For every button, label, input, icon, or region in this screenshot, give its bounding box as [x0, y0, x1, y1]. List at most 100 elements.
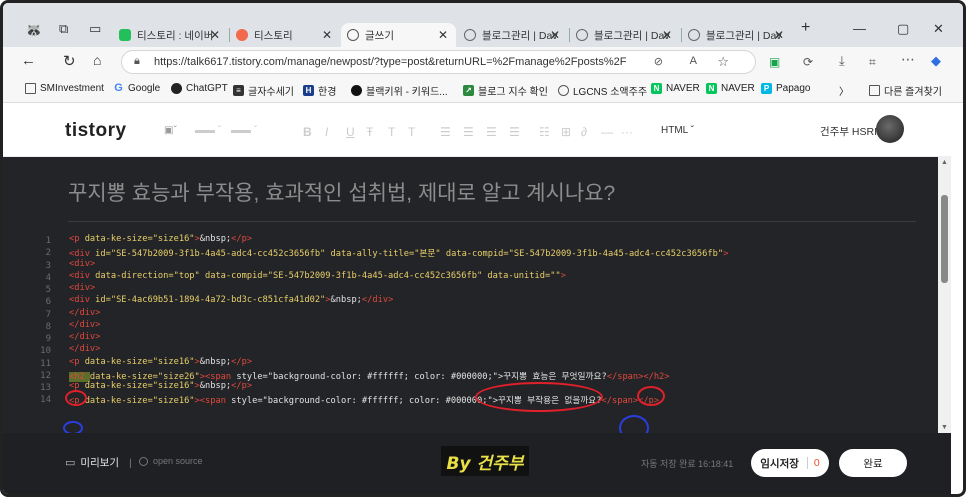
- close-window-icon[interactable]: ✕: [933, 21, 944, 37]
- extension-icon[interactable]: ▣: [769, 55, 780, 69]
- code-line[interactable]: <div id="SE-4ac69b51-1894-4a72-bd3c-c851…: [69, 295, 393, 305]
- code-line[interactable]: <p data-ke-size="size16"><span style="ba…: [69, 393, 659, 406]
- screenshot-icon[interactable]: ⌗: [869, 55, 876, 70]
- html-editor[interactable]: 꾸지뽕 효능과 부작용, 효과적인 섭취법, 제대로 알고 계시나요? 1234…: [3, 157, 938, 433]
- tab-4[interactable]: 블로그관리 | Dav ✕: [458, 23, 568, 47]
- code-line[interactable]: </div>: [69, 332, 100, 342]
- chevron-right-icon[interactable]: 〉: [839, 83, 849, 98]
- paragraph-style-dropdown[interactable]: ▬▬ ˇ: [195, 125, 221, 136]
- code-line[interactable]: </div>: [69, 344, 100, 354]
- image-attach-icon[interactable]: ▣ˇ: [164, 125, 177, 136]
- bookmark-naver-2[interactable]: N NAVER: [706, 83, 755, 94]
- link-icon[interactable]: ∂: [581, 125, 587, 139]
- tab-2[interactable]: 티스토리 ✕: [230, 23, 340, 47]
- bookmark-naver-1[interactable]: N NAVER: [651, 83, 700, 94]
- read-aloud-icon[interactable]: A: [690, 55, 697, 67]
- line-number: 7: [45, 309, 51, 320]
- hankyung-icon: H: [303, 85, 314, 96]
- code-line[interactable]: <div>: [69, 283, 95, 293]
- bold-icon[interactable]: B: [303, 125, 312, 139]
- minimize-icon[interactable]: —: [853, 21, 866, 36]
- avatar[interactable]: [876, 115, 904, 143]
- download-icon[interactable]: ⤓: [839, 53, 845, 69]
- open-source-toggle[interactable]: open source: [139, 456, 203, 466]
- text-color-icon[interactable]: T: [388, 125, 395, 139]
- bookmark-papago[interactable]: P Papago: [761, 83, 810, 94]
- code-line[interactable]: <div data-direction="top" data-compid="S…: [69, 271, 566, 281]
- copilot-icon[interactable]: ◆: [931, 53, 941, 69]
- close-icon[interactable]: ✕: [550, 28, 560, 42]
- save-draft-button[interactable]: 임시저장 0: [751, 449, 829, 477]
- workspaces-icon[interactable]: ⧉: [59, 21, 68, 37]
- code-line[interactable]: <p data-ke-size="size16">&nbsp;</p>: [69, 381, 252, 391]
- tab-6[interactable]: 블로그관리 | Dav ✕: [682, 23, 792, 47]
- scroll-up-icon[interactable]: ▲: [941, 159, 948, 166]
- collections-icon[interactable]: ⟳: [803, 55, 813, 69]
- new-tab-button[interactable]: +: [801, 19, 810, 37]
- bookmark-charcount[interactable]: ≡ 글자수세기: [233, 83, 294, 98]
- bookmark-sminvestment[interactable]: SMInvestment: [25, 83, 104, 94]
- editor-scrollbar[interactable]: ▲ ▼: [938, 157, 951, 433]
- publish-button[interactable]: 완료: [839, 449, 907, 477]
- underline-icon[interactable]: U: [346, 125, 355, 139]
- bookmark-chatgpt[interactable]: ChatGPT: [171, 83, 228, 94]
- bookmark-blackkiwi[interactable]: 블랙키위 - 키워드...: [351, 83, 448, 98]
- font-dropdown[interactable]: ▬▬ ˇ: [231, 125, 257, 136]
- list-icon[interactable]: ☷: [539, 125, 550, 139]
- bookmark-hankyung[interactable]: H 한경: [303, 83, 336, 98]
- text-bg-icon[interactable]: T: [408, 125, 415, 139]
- tab-actions-icon[interactable]: ▭: [89, 21, 101, 37]
- more-options-icon[interactable]: ···: [621, 125, 633, 139]
- bookmark-google[interactable]: G Google: [113, 83, 160, 95]
- close-icon[interactable]: ✕: [322, 28, 332, 42]
- favorite-star-icon[interactable]: ☆: [717, 54, 729, 70]
- maximize-icon[interactable]: ▢: [897, 21, 909, 37]
- code-line[interactable]: </div>: [69, 308, 100, 318]
- align-justify-icon[interactable]: ☰: [509, 125, 520, 139]
- url-input[interactable]: 🔒︎ https://talk6617.tistory.com/manage/n…: [121, 50, 756, 74]
- blue-circle-annotation: [63, 421, 83, 433]
- code-line[interactable]: </div>: [69, 320, 100, 330]
- scroll-down-icon[interactable]: ▼: [941, 424, 948, 431]
- code-token: </div>: [69, 344, 101, 355]
- code-line[interactable]: <p data-ke-size="size16">&nbsp;</p>: [69, 234, 252, 244]
- bookmark-lgcns[interactable]: LGCNS 소액주주: [558, 83, 647, 98]
- editor-mode-dropdown[interactable]: HTML ˇ: [661, 125, 694, 136]
- close-icon[interactable]: ✕: [662, 28, 672, 42]
- close-icon[interactable]: ✕: [210, 28, 220, 42]
- back-icon[interactable]: ←: [21, 52, 36, 69]
- close-icon[interactable]: ✕: [774, 28, 784, 42]
- align-center-icon[interactable]: ☰: [463, 125, 474, 139]
- other-bookmarks[interactable]: 다른 즐겨찾기: [869, 83, 942, 98]
- code-line[interactable]: <div>: [69, 259, 95, 269]
- tab-3-active[interactable]: 글쓰기 ✕: [341, 23, 456, 47]
- code-line[interactable]: <h2 data-ke-size="size26"><span style="b…: [69, 369, 670, 382]
- align-left-icon[interactable]: ☰: [440, 125, 451, 139]
- tistory-logo[interactable]: tistory: [65, 120, 127, 142]
- more-icon[interactable]: ⋯: [901, 51, 915, 68]
- tab-1[interactable]: 티스토리 : 네이버 ✕: [113, 23, 228, 47]
- table-icon[interactable]: ⊞: [561, 125, 571, 139]
- home-icon[interactable]: ⌂: [93, 52, 101, 68]
- code-token: </div>: [69, 319, 101, 330]
- strikethrough-icon[interactable]: Ŧ: [366, 125, 373, 139]
- close-icon[interactable]: ✕: [438, 28, 448, 42]
- line-number: 3: [45, 260, 51, 271]
- preview-button[interactable]: ▭ 미리보기 |: [65, 455, 132, 470]
- align-right-icon[interactable]: ☰: [486, 125, 497, 139]
- brand-watermark: By 건주부: [441, 446, 529, 476]
- user-name[interactable]: 건주부 HSRI: [820, 124, 877, 139]
- tracking-icon[interactable]: ⊘: [654, 55, 663, 68]
- code-line[interactable]: <p data-ke-size="size16">&nbsp;</p>: [69, 357, 252, 367]
- tab-5[interactable]: 블로그관리 | Dav ✕: [570, 23, 680, 47]
- italic-icon[interactable]: I: [325, 125, 328, 139]
- quote-icon[interactable]: —: [601, 125, 613, 139]
- post-title[interactable]: 꾸지뽕 효능과 부작용, 효과적인 섭취법, 제대로 알고 계시나요?: [68, 177, 615, 207]
- profile-icon[interactable]: 🦝: [25, 22, 42, 39]
- scroll-thumb[interactable]: [941, 195, 948, 283]
- browser-window: 🦝 ⧉ ▭ 티스토리 : 네이버 ✕ 티스토리 ✕ 글쓰기 ✕ 블로그관리 | …: [0, 0, 966, 497]
- refresh-icon[interactable]: ↻: [63, 52, 76, 70]
- bookmark-blog-index[interactable]: ↗ 블로그 지수 확인: [463, 83, 548, 98]
- code-line[interactable]: <div id="SE-547b2009-3f1b-4a45-adc4-cc45…: [69, 246, 728, 259]
- code-token: </p>: [231, 381, 253, 391]
